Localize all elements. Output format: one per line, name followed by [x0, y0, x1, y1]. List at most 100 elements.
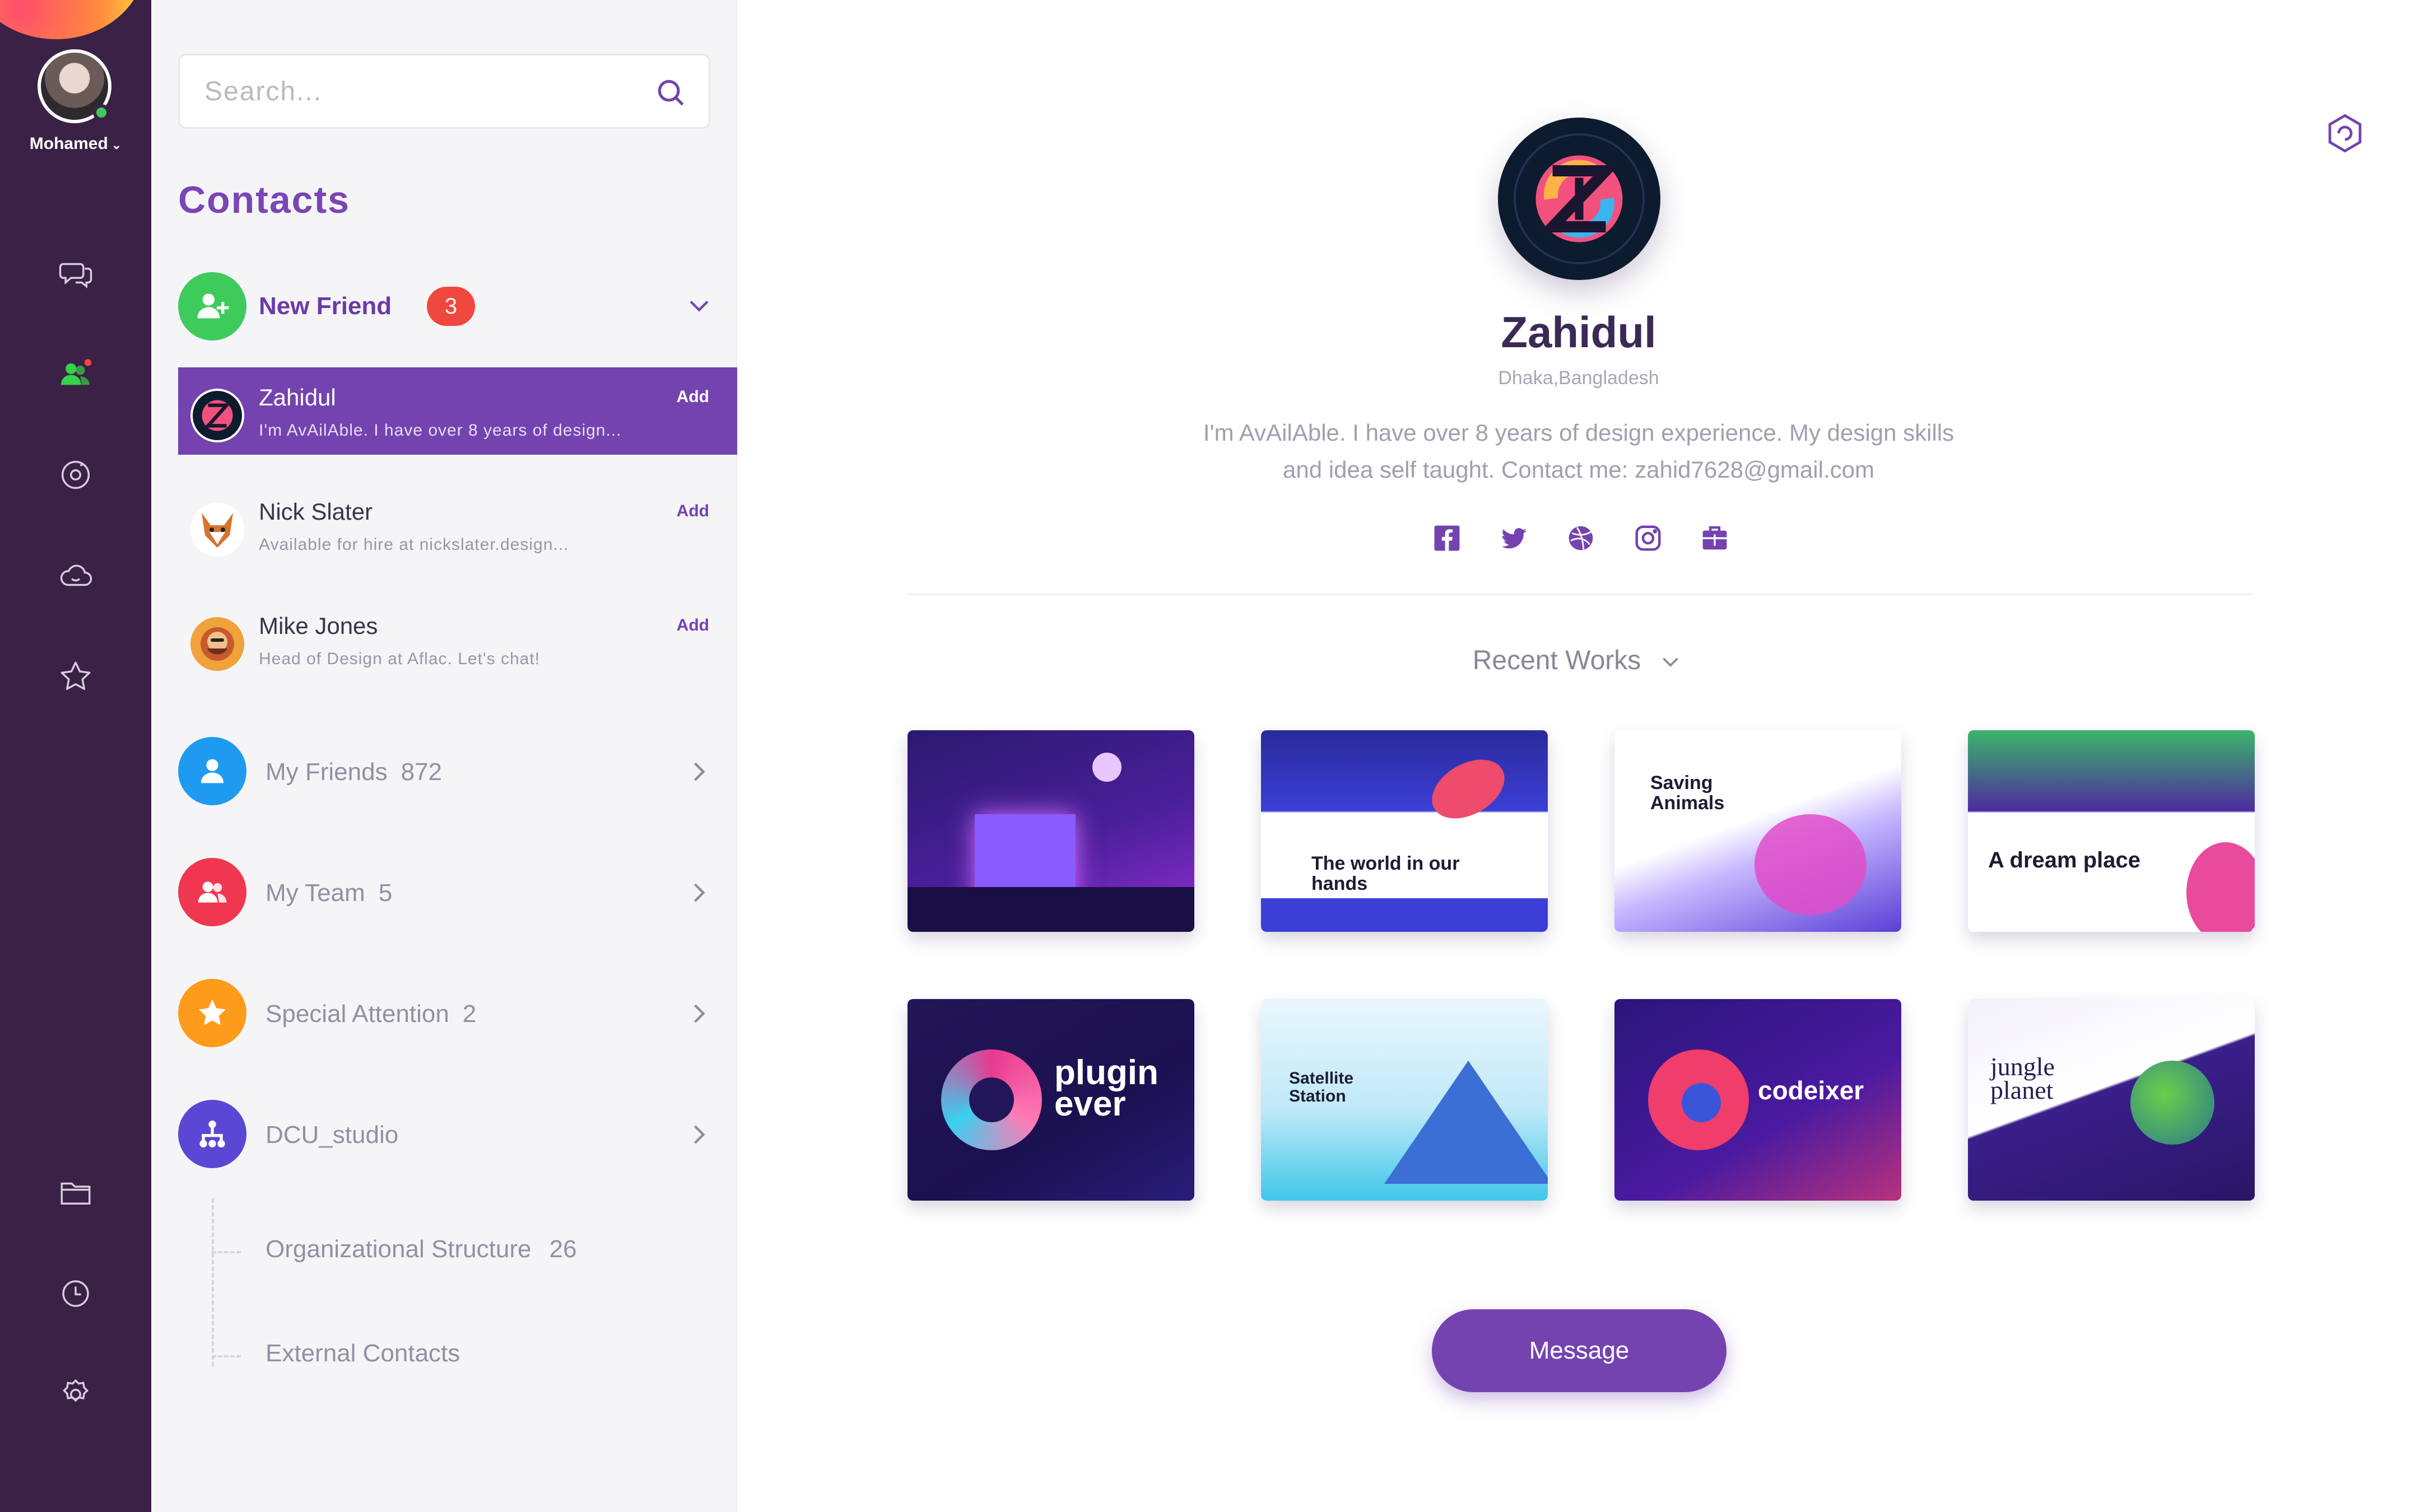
settings-icon[interactable]: [53, 1372, 98, 1417]
chevron-down-icon: ⌄: [111, 138, 122, 152]
contact-description: Head of Design at Aflac. Let's chat!: [259, 650, 540, 668]
profile-avatar: [1498, 118, 1660, 280]
work-thumbnail[interactable]: codeixer: [1614, 999, 1901, 1201]
chevron-right-icon[interactable]: [682, 1118, 716, 1151]
chat-icon[interactable]: [53, 251, 98, 296]
contact-request-mike-jones[interactable]: Mike Jones Head of Design at Aflac. Let'…: [178, 596, 737, 683]
new-friend-count-badge: 3: [427, 287, 475, 326]
team-icon: [178, 858, 246, 926]
avatar: [190, 503, 244, 557]
subgroup-external-contacts[interactable]: External Contacts: [266, 1340, 460, 1368]
group-my-team[interactable]: My Team 5: [178, 858, 716, 927]
group-count: 872: [401, 758, 443, 786]
group-label: DCU_studio: [266, 1121, 399, 1149]
search-input[interactable]: [204, 71, 641, 111]
work-thumbnail[interactable]: [908, 730, 1194, 932]
contact-name: Nick Slater: [259, 498, 373, 525]
bio-line: I'm AvAilAble. I have over 8 years of de…: [1203, 419, 1954, 446]
work-thumbnail[interactable]: A dream place: [1968, 730, 2255, 932]
work-thumbnail[interactable]: Saving Animals: [1614, 730, 1901, 932]
profile-location: Dhaka,Bangladesh: [1498, 367, 1659, 389]
contacts-title: Contacts: [178, 179, 350, 221]
group-label: My Team: [266, 879, 365, 907]
work-thumbnail[interactable]: jungle planet: [1968, 999, 2255, 1201]
friends-icon: [178, 737, 246, 805]
user-name: Mohamed: [29, 134, 108, 153]
contacts-icon[interactable]: [53, 352, 98, 396]
group-label: My Friends: [266, 758, 388, 786]
facebook-icon[interactable]: [1430, 521, 1464, 556]
add-contact-button[interactable]: Add: [677, 616, 709, 635]
subgroup-label: External Contacts: [266, 1340, 460, 1367]
discover-icon[interactable]: [53, 452, 98, 497]
portfolio-icon[interactable]: [1697, 521, 1732, 556]
group-label: Special Attention: [266, 1000, 449, 1028]
group-special-attention[interactable]: Special Attention 2: [178, 979, 716, 1048]
contact-name: Mike Jones: [259, 613, 378, 639]
work-title: The world in our hands: [1311, 853, 1460, 894]
chevron-down-icon[interactable]: [682, 289, 716, 323]
search-box: [178, 54, 710, 129]
group-dcu-studio[interactable]: DCU_studio: [178, 1100, 716, 1169]
contact-request-nick-slater[interactable]: Nick Slater Available for hire at nicksl…: [178, 482, 737, 569]
add-contact-button[interactable]: Add: [677, 502, 709, 521]
chevron-down-icon: [1663, 657, 1679, 668]
chevron-right-icon[interactable]: [682, 876, 716, 909]
contact-name: Zahidul: [259, 384, 336, 410]
star-icon[interactable]: [53, 654, 98, 699]
folder-icon[interactable]: [53, 1170, 98, 1215]
work-thumbnail[interactable]: The world in our hands: [1261, 730, 1548, 932]
new-friend-label: New Friend: [259, 292, 392, 320]
work-title: codeixer: [1758, 1076, 1864, 1105]
chevron-right-icon[interactable]: [682, 997, 716, 1030]
instagram-icon[interactable]: [1631, 521, 1665, 556]
group-count: 2: [462, 1000, 477, 1028]
add-friend-icon: [178, 272, 246, 340]
user-menu[interactable]: Mohamed ⌄: [0, 134, 151, 153]
left-rail: Mohamed ⌄: [0, 0, 151, 1512]
contacts-panel: Contacts New Friend 3 Zahidul I'm AvAilA…: [151, 0, 737, 1512]
work-thumbnail[interactable]: Satellite Station: [1261, 999, 1548, 1201]
search-icon[interactable]: [654, 76, 688, 110]
contact-description: Available for hire at nickslater.design.…: [259, 535, 569, 554]
tree-connector: [212, 1355, 241, 1357]
recent-works-label: Recent Works: [1472, 646, 1641, 675]
work-thumbnail[interactable]: plugin ever: [908, 999, 1194, 1201]
hexagon-options-icon[interactable]: [2324, 112, 2366, 155]
divider: [908, 594, 2252, 595]
clock-icon[interactable]: [53, 1271, 98, 1316]
work-title: A dream place: [1988, 848, 2140, 872]
social-links: [1430, 521, 1732, 560]
work-title: plugin ever: [1054, 1053, 1158, 1123]
work-title: Saving Animals: [1650, 772, 1725, 814]
message-button[interactable]: Message: [1432, 1309, 1726, 1392]
profile-name: Zahidul: [1501, 307, 1656, 357]
decorative-blob: [0, 0, 146, 39]
recent-works-toggle[interactable]: Recent Works: [737, 645, 2420, 676]
tree-connector: [212, 1251, 241, 1253]
work-title: jungle planet: [1990, 1052, 2055, 1104]
cloud-icon[interactable]: [53, 553, 98, 598]
new-friend-row[interactable]: New Friend 3: [178, 272, 716, 342]
avatar: [190, 389, 244, 442]
profile-bio: I'm AvAilAble. I have over 8 years of de…: [1129, 414, 2028, 488]
subgroup-organizational-structure[interactable]: Organizational Structure 26: [266, 1235, 576, 1263]
online-status-dot: [93, 104, 110, 121]
bio-line: and idea self taught. Contact me: zahid7…: [1283, 456, 1874, 483]
profile-panel: Zahidul Dhaka,Bangladesh I'm AvAilAble. …: [737, 0, 2420, 1512]
avatar: [190, 617, 244, 671]
org-chart-icon: [178, 1100, 246, 1168]
work-title: Satellite Station: [1289, 1069, 1354, 1105]
add-contact-button[interactable]: Add: [677, 388, 709, 407]
chevron-right-icon[interactable]: [682, 755, 716, 788]
contact-description: I'm AvAilAble. I have over 8 years of de…: [259, 421, 622, 440]
contact-request-zahidul[interactable]: Zahidul I'm AvAilAble. I have over 8 yea…: [178, 367, 737, 455]
group-count: 5: [378, 879, 393, 907]
dribbble-icon[interactable]: [1563, 521, 1598, 556]
star-icon: [178, 979, 246, 1047]
twitter-icon[interactable]: [1497, 521, 1532, 556]
group-my-friends[interactable]: My Friends 872: [178, 737, 716, 806]
subgroup-label: Organizational Structure: [266, 1235, 532, 1263]
subgroup-count: 26: [549, 1235, 577, 1263]
tree-connector: [212, 1198, 241, 1366]
